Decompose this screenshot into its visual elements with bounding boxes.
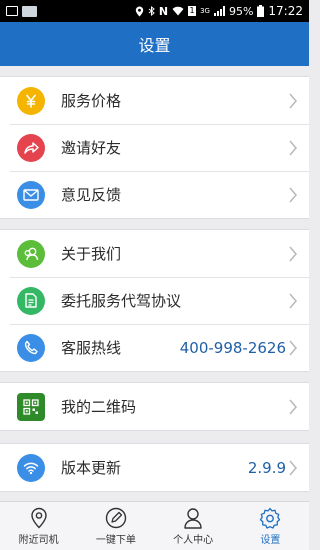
tab-nearby-drivers[interactable]: 附近司机 (0, 502, 77, 550)
yuan-icon (17, 86, 45, 115)
app-header: 设置 (0, 22, 309, 66)
chevron-right-icon (289, 93, 297, 108)
settings-item-invite-friends[interactable]: 邀请好友 (0, 124, 309, 171)
clock: 17:22 (268, 4, 303, 18)
location-status-icon (135, 6, 144, 16)
chevron-right-icon (289, 399, 297, 414)
people-icon (17, 239, 45, 268)
mail-icon (17, 180, 45, 209)
location-pin-icon (30, 507, 47, 528)
sim-icon: 1 (188, 6, 197, 16)
settings-item-service-price[interactable]: 服务价格 (0, 77, 309, 124)
settings-group-1: 服务价格 邀请好友 意见反馈 (0, 76, 309, 219)
chevron-right-icon (289, 460, 297, 475)
settings-item-label: 委托服务代驾协议 (61, 292, 182, 310)
settings-item-label: 邀请好友 (61, 139, 122, 157)
settings-item-label: 服务价格 (61, 92, 122, 110)
settings-item-label: 客服热线 (61, 339, 122, 357)
settings-group-2: 关于我们 委托服务代驾协议 客服热线 400-998-2626 (0, 229, 309, 372)
settings-item-label: 意见反馈 (61, 186, 122, 204)
qrcode-icon (17, 392, 45, 421)
tab-settings[interactable]: 设置 (232, 502, 309, 550)
user-icon (184, 507, 202, 529)
wifi-status-icon (172, 6, 184, 16)
bluetooth-icon (148, 5, 155, 16)
tab-personal-center[interactable]: 个人中心 (155, 502, 232, 550)
settings-item-about-us[interactable]: 关于我们 (0, 230, 309, 277)
gear-icon (260, 507, 281, 529)
chevron-right-icon (289, 246, 297, 261)
network-type: 3G (200, 7, 210, 15)
chevron-right-icon (289, 340, 297, 355)
settings-item-label: 我的二维码 (61, 398, 137, 416)
settings-item-version-update[interactable]: 版本更新 2.9.9 (0, 444, 309, 491)
settings-item-qrcode[interactable]: 我的二维码 (0, 383, 309, 430)
settings-item-service-agreement[interactable]: 委托服务代驾协议 (0, 277, 309, 324)
image-notification-icon (22, 5, 37, 17)
nfc-icon: N (158, 4, 169, 18)
settings-item-label: 版本更新 (61, 459, 122, 477)
signal-icon (213, 6, 225, 16)
notification-icon (6, 6, 18, 16)
phone-icon (17, 333, 45, 362)
settings-item-label: 关于我们 (61, 245, 122, 263)
page-title: 设置 (138, 36, 171, 55)
tab-one-click-order[interactable]: 一键下单 (77, 502, 154, 550)
battery-icon (257, 5, 265, 17)
tab-label: 一键下单 (95, 534, 136, 546)
settings-item-feedback[interactable]: 意见反馈 (0, 171, 309, 218)
chevron-right-icon (289, 187, 297, 202)
settings-group-3: 我的二维码 (0, 382, 309, 431)
bottom-tab-bar: 附近司机 一键下单 个人中心 设置 (0, 501, 309, 550)
settings-item-hotline[interactable]: 客服热线 400-998-2626 (0, 324, 309, 371)
battery-percent: 95% (228, 4, 254, 18)
chevron-right-icon (289, 140, 297, 155)
tab-label: 个人中心 (173, 534, 214, 546)
version-number: 2.9.9 (247, 458, 286, 477)
pen-order-icon (105, 507, 127, 528)
chevron-right-icon (289, 293, 297, 308)
hotline-number: 400-998-2626 (179, 338, 286, 357)
settings-group-4: 版本更新 2.9.9 (0, 443, 309, 492)
share-icon (17, 133, 45, 162)
tab-label: 设置 (260, 534, 281, 546)
status-bar: N 1 3G 95% 17:22 (0, 0, 309, 22)
tab-label: 附近司机 (18, 534, 59, 546)
wifi-icon (17, 453, 45, 482)
document-icon (17, 286, 45, 315)
